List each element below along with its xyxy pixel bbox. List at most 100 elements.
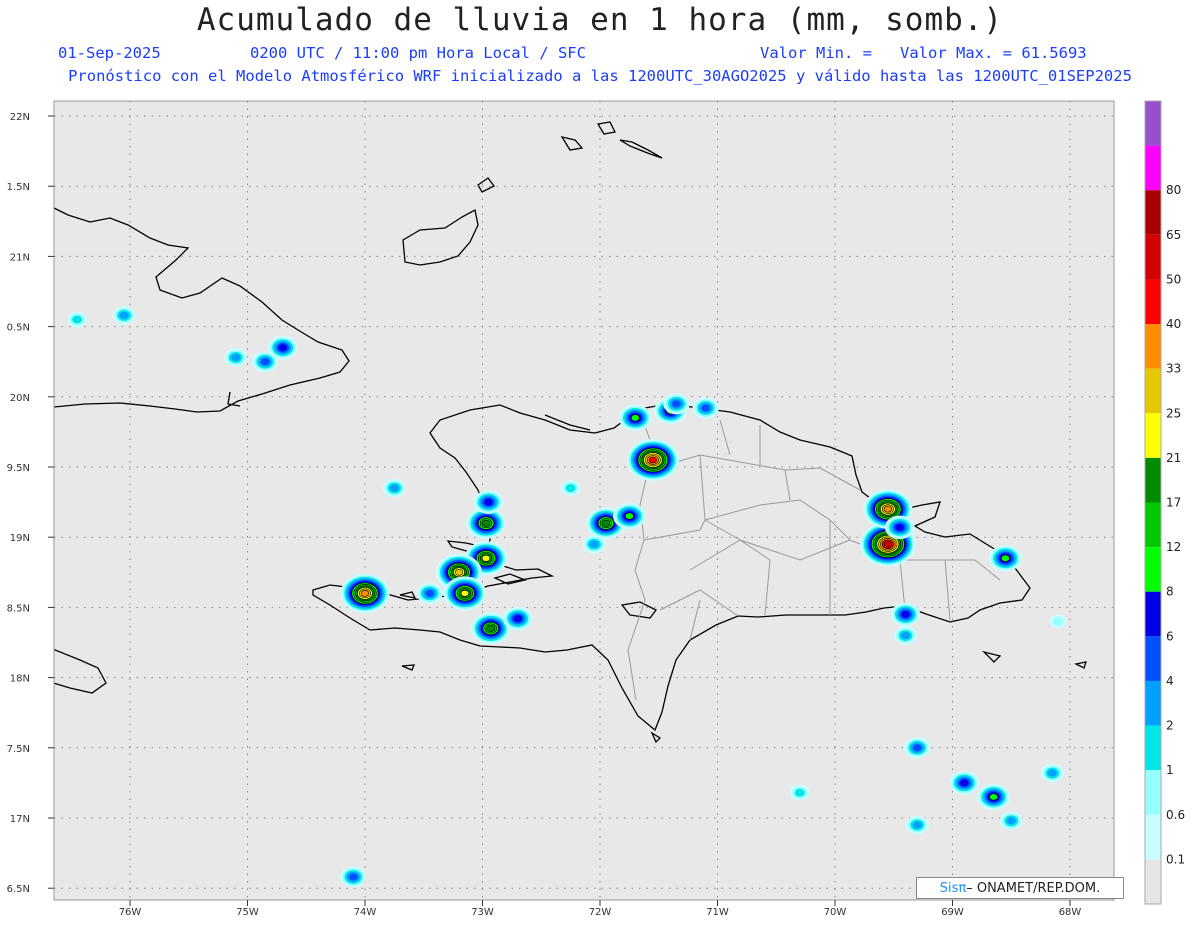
colorbar-label: 2 <box>1166 719 1174 733</box>
rain-contour <box>912 821 922 829</box>
colorbar-swatch <box>1145 770 1161 815</box>
rain-contour <box>565 484 576 493</box>
rain-contour <box>794 788 805 797</box>
rain-contour <box>260 358 270 366</box>
rain-contour <box>901 611 910 618</box>
rain-cell <box>443 576 487 611</box>
lon-label: 68W <box>1059 907 1082 918</box>
colorbar-label: 21 <box>1166 451 1181 465</box>
rain-contour <box>278 344 287 352</box>
rain-contour <box>389 484 399 492</box>
rain-cell <box>416 582 443 604</box>
lon-label: 71W <box>706 907 729 918</box>
rain-cell <box>473 490 504 514</box>
rain-contour <box>348 873 358 881</box>
colorbar-label: 0.6 <box>1166 808 1185 822</box>
rain-cell <box>692 397 719 419</box>
cuba-east-islet <box>36 205 52 218</box>
rain-cell <box>112 306 136 325</box>
colorbar-label: 1 <box>1166 763 1174 777</box>
lat-label: 6.5N <box>7 884 30 895</box>
colorbar-swatch <box>1145 190 1161 235</box>
rain-contour <box>895 524 904 531</box>
rain-contour <box>425 589 434 597</box>
lat-label: 20N <box>10 393 30 404</box>
lon-label: 69W <box>941 907 964 918</box>
lon-label: 70W <box>824 907 847 918</box>
rain-cell <box>1040 763 1064 783</box>
rain-map: 22N 1.5N 21N 0.5N 20N 9.5N 19N 8.5N 18N 7.5N 17N 6.… <box>7 100 1185 918</box>
rain-contour <box>1000 554 1010 562</box>
colorbar-label: 40 <box>1166 317 1181 331</box>
colorbar-swatch <box>1145 859 1161 904</box>
lat-label: 8.5N <box>7 603 30 614</box>
colorbar-label: 12 <box>1166 540 1181 554</box>
rain-cell <box>894 626 917 645</box>
rain-cell <box>890 602 921 627</box>
rain-contour <box>1047 769 1057 777</box>
lat-label: 19N <box>10 533 30 544</box>
rain-cell <box>904 737 931 759</box>
colorbar-swatch <box>1145 324 1161 369</box>
colorbar-label: 25 <box>1166 406 1181 420</box>
rain-contour <box>72 315 83 324</box>
lat-label: 1.5N <box>7 182 30 193</box>
lat-label: 18N <box>10 674 30 685</box>
colorbar-swatch <box>1145 279 1161 325</box>
rain-cell <box>1050 614 1067 629</box>
colorbar-label: 80 <box>1166 183 1181 197</box>
rain-cell <box>977 783 1010 811</box>
credit-text: – ONAMET/REP.DOM. <box>966 880 1101 896</box>
rain-cell <box>340 866 367 888</box>
lat-label: 17N <box>10 814 30 825</box>
lat-label: 9.5N <box>7 463 30 474</box>
rain-contour <box>454 568 464 576</box>
rain-cell <box>252 351 279 373</box>
colorbar-label: 65 <box>1166 228 1181 242</box>
colorbar-label: 6 <box>1166 629 1174 643</box>
rain-cell <box>613 503 646 530</box>
lat-label: 21N <box>10 252 30 263</box>
rain-contour <box>1052 617 1064 626</box>
rain-contour <box>960 779 969 787</box>
colorbar-swatch <box>1145 591 1161 637</box>
colorbar-swatch <box>1145 636 1161 681</box>
rain-contour <box>589 540 599 548</box>
colorbar-swatch <box>1145 234 1161 280</box>
rain-contour <box>883 505 892 513</box>
colorbar-swatch <box>1145 725 1161 771</box>
rain-cell <box>949 771 979 795</box>
colorbar-swatch <box>1145 547 1161 592</box>
lon-label: 74W <box>354 907 377 918</box>
rain-contour <box>883 540 892 548</box>
credit-box: Sisπ – ONAMET/REP.DOM. <box>916 877 1124 899</box>
lat-label: 22N <box>10 112 30 123</box>
rain-cell <box>999 811 1023 831</box>
rain-contour <box>648 456 657 464</box>
colorbar-label: 4 <box>1166 674 1174 688</box>
rain-contour <box>231 353 241 362</box>
rain-contour <box>484 498 493 506</box>
lon-label: 72W <box>589 907 612 918</box>
rain-contour <box>601 519 611 527</box>
colorbar-swatch <box>1145 502 1161 548</box>
colorbar-label: 33 <box>1166 362 1181 376</box>
rain-contour <box>481 519 491 527</box>
rain-contour <box>989 793 999 801</box>
lat-label: 7.5N <box>7 744 30 755</box>
rain-contour <box>672 400 681 408</box>
rain-contour <box>513 615 522 623</box>
rain-cell <box>560 480 581 496</box>
colorbar-label: 0.1 <box>1166 852 1185 866</box>
rain-cell <box>618 404 652 431</box>
rain-contour <box>701 404 711 412</box>
rain-contour <box>360 590 370 597</box>
colorbar-swatch <box>1145 145 1161 191</box>
rain-contour <box>460 589 470 597</box>
sispi-logo: Sisπ <box>939 880 967 896</box>
colorbar-swatch <box>1145 814 1161 860</box>
rain-contour <box>1006 817 1016 825</box>
rain-cell <box>340 573 390 613</box>
rain-contour <box>900 631 911 640</box>
rain-cell <box>884 515 915 540</box>
